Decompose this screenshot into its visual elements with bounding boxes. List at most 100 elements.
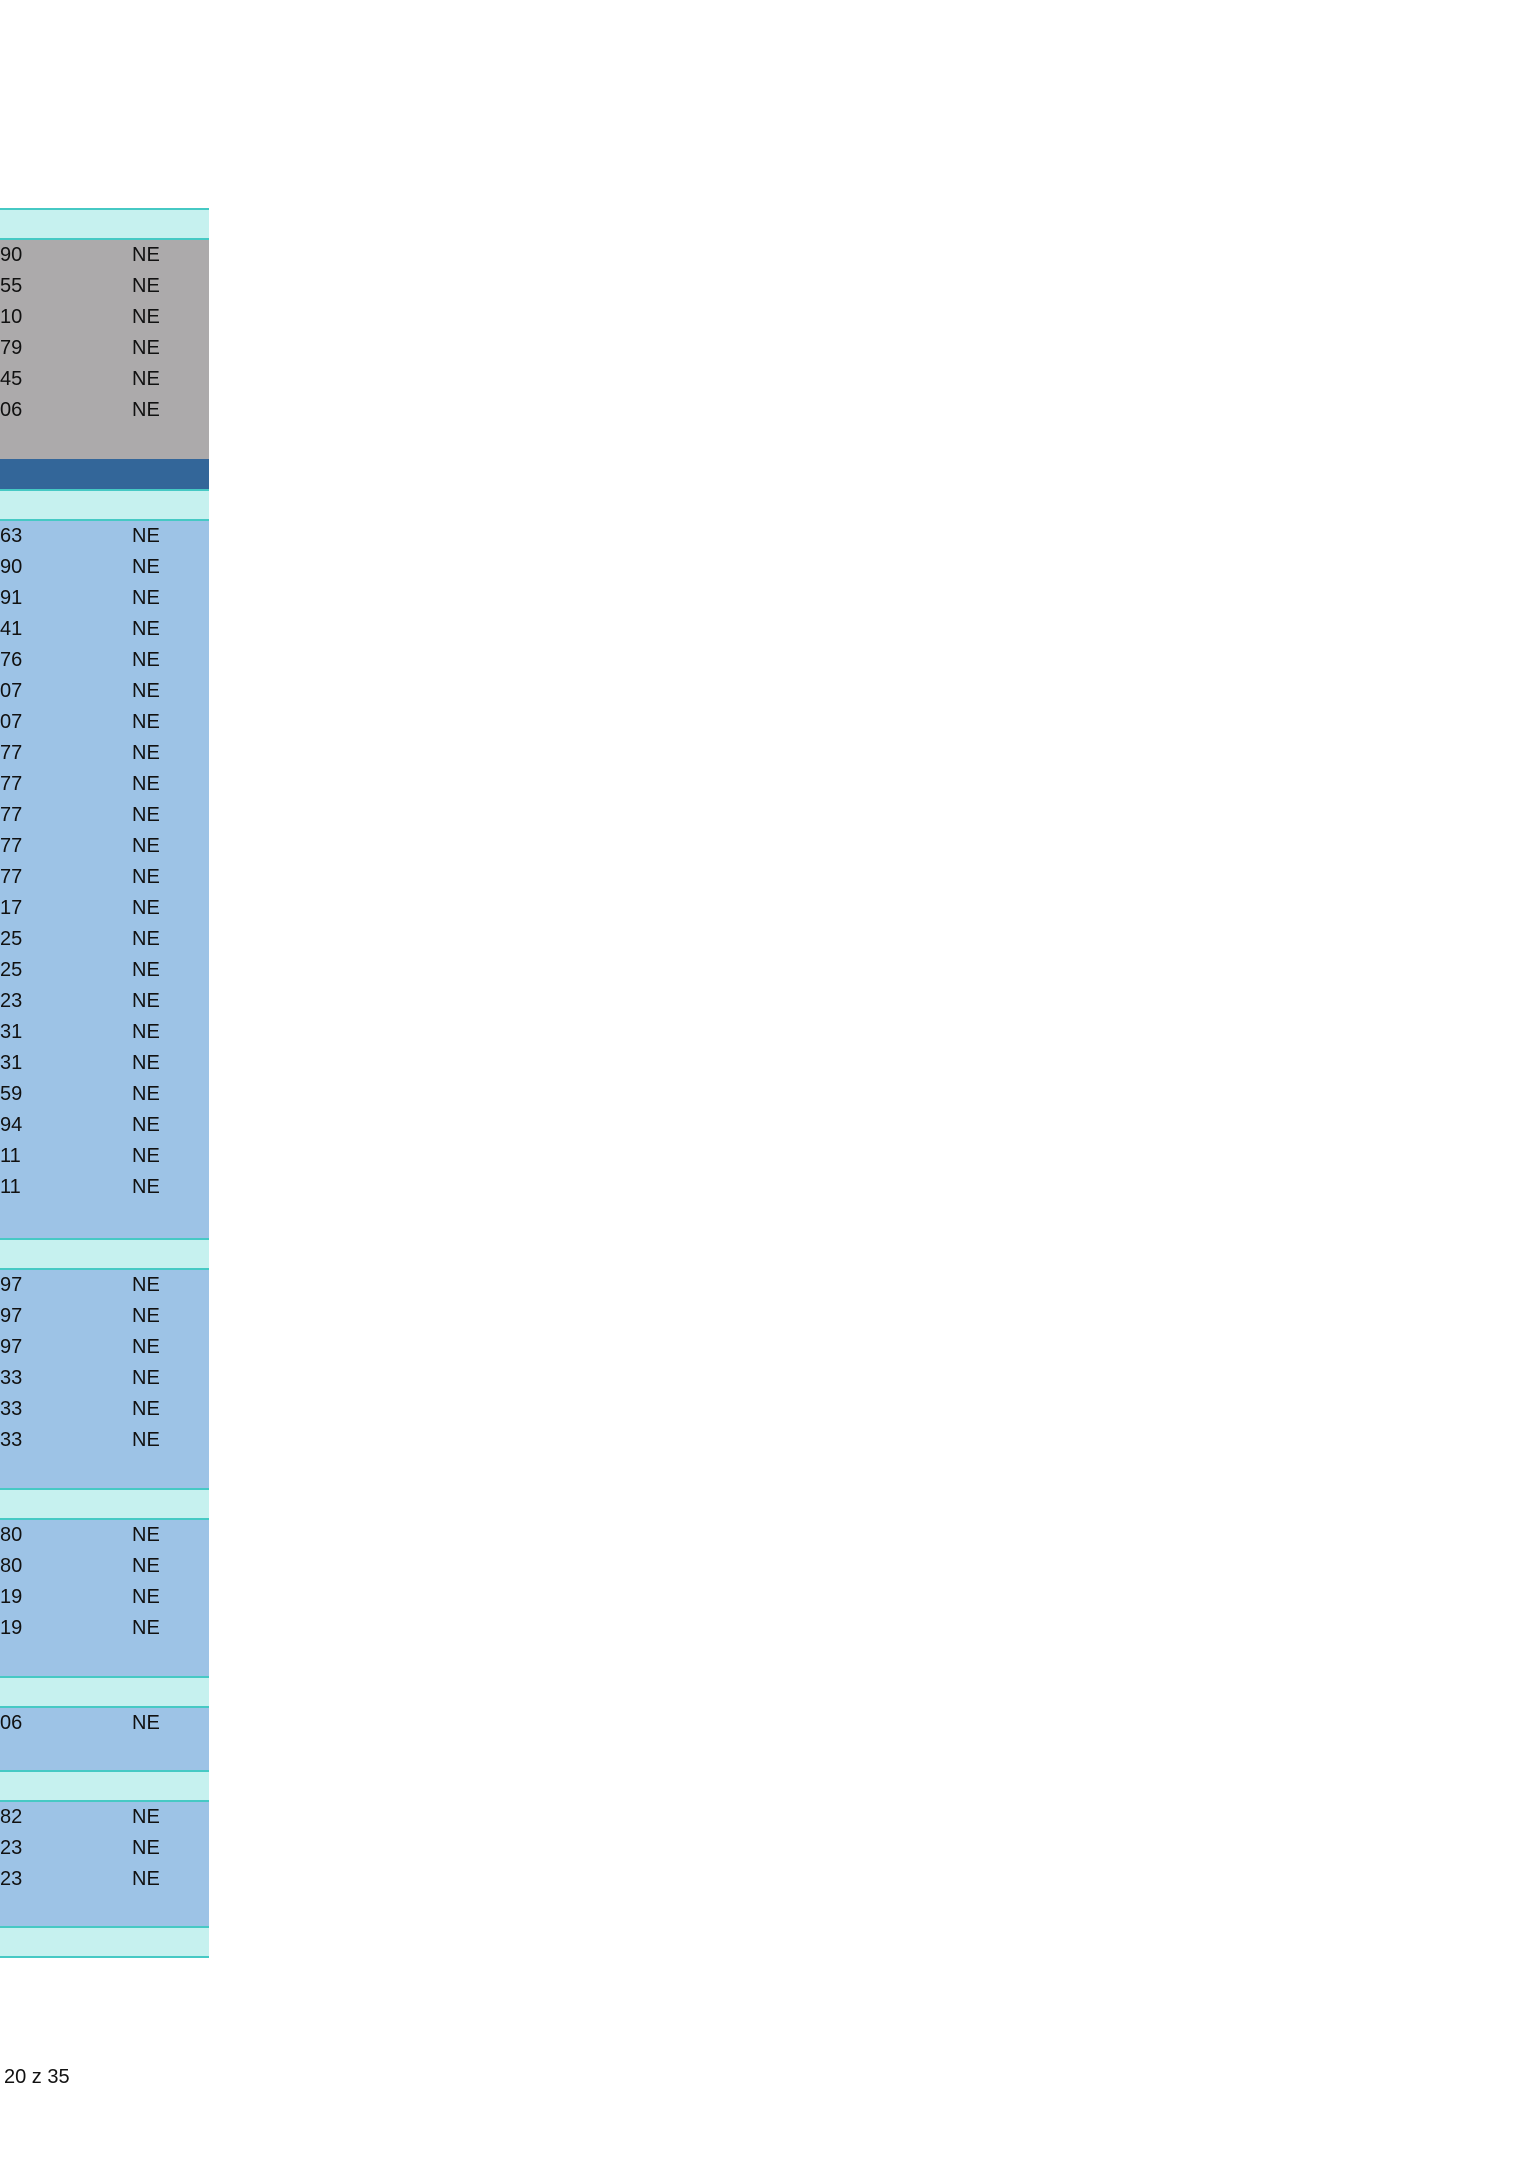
blue-section: 82 NE 23 NE 23 NE [0,1802,209,1926]
value-cell: 77 [0,835,23,857]
flag-cell: NE [132,1176,160,1198]
value-cell: 25 [0,959,23,981]
table-row: 79 NE [0,333,209,364]
value-cell: 97 [0,1274,23,1296]
flag-cell: NE [132,1145,160,1167]
flag-cell: NE [132,1429,160,1451]
value-cell: 77 [0,804,23,826]
section-header-band [0,1926,209,1958]
table-row: 23 NE [0,986,209,1017]
section-header-band [0,208,209,240]
flag-cell: NE [132,742,160,764]
table-row: 77 NE [0,800,209,831]
table-row: 06 NE [0,1708,209,1739]
table-row: 97 NE [0,1301,209,1332]
value-cell: 11 [0,1145,21,1167]
value-cell: 97 [0,1336,23,1358]
value-cell: 55 [0,275,23,297]
table-row: 94 NE [0,1110,209,1141]
table-row: 31 NE [0,1017,209,1048]
flag-cell: NE [132,587,160,609]
table-row: 76 NE [0,645,209,676]
flag-cell: NE [132,306,160,328]
flag-cell: NE [132,244,160,266]
flag-cell: NE [132,525,160,547]
value-cell: 33 [0,1398,23,1420]
value-cell: 10 [0,306,23,328]
table-row: 25 NE [0,955,209,986]
blue-section: 63 NE 90 NE 91 NE 41 NE 76 NE 07 NE 07 NE 77 NE … [0,521,209,1238]
blue-section: 06 NE [0,1708,209,1770]
value-cell: 97 [0,1305,23,1327]
value-cell: 76 [0,649,23,671]
section-header-band [0,1488,209,1520]
table-row: 91 NE [0,583,209,614]
value-cell: 90 [0,244,23,266]
value-cell: 77 [0,866,23,888]
flag-cell: NE [132,1398,160,1420]
table-row: 77 NE [0,769,209,800]
flag-cell: NE [132,928,160,950]
value-cell: 90 [0,556,23,578]
flag-cell: NE [132,1367,160,1389]
flag-cell: NE [132,1336,160,1358]
value-cell: 31 [0,1021,23,1043]
value-cell: 77 [0,773,23,795]
flag-cell: NE [132,711,160,733]
value-cell: 23 [0,1868,23,1890]
table-row: 97 NE [0,1332,209,1363]
flag-cell: NE [132,1524,160,1546]
table-row: 33 NE [0,1394,209,1425]
flag-cell: NE [132,1305,160,1327]
table-row: 77 NE [0,738,209,769]
value-cell: 63 [0,525,23,547]
flag-cell: NE [132,1083,160,1105]
table-row: 90 NE [0,552,209,583]
table-row: 07 NE [0,707,209,738]
value-cell: 91 [0,587,23,609]
flag-cell: NE [132,618,160,640]
table-row: 07 NE [0,676,209,707]
section-header-band [0,1238,209,1270]
section-header-band [0,1770,209,1802]
flag-cell: NE [132,866,160,888]
value-cell: 25 [0,928,23,950]
flag-cell: NE [132,649,160,671]
table-row: 63 NE [0,521,209,552]
flag-cell: NE [132,835,160,857]
table-row: 31 NE [0,1048,209,1079]
table-row: 11 NE [0,1141,209,1172]
flag-cell: NE [132,368,160,390]
value-cell: 94 [0,1114,23,1136]
table-row: 82 NE [0,1802,209,1833]
table-row: 59 NE [0,1079,209,1110]
value-cell: 45 [0,368,23,390]
flag-cell: NE [132,275,160,297]
value-cell: 06 [0,399,23,421]
flag-cell: NE [132,1274,160,1296]
value-cell: 19 [0,1586,23,1608]
flag-cell: NE [132,773,160,795]
table-row: 11 NE [0,1172,209,1203]
table-row: 23 NE [0,1864,209,1895]
value-cell: 41 [0,618,23,640]
value-cell: 07 [0,711,23,733]
flag-cell: NE [132,1114,160,1136]
table-row: 23 NE [0,1833,209,1864]
flag-cell: NE [132,1806,160,1828]
value-cell: 80 [0,1555,23,1577]
table-row: 90 NE [0,240,209,271]
flag-cell: NE [132,1837,160,1859]
table-row: 41 NE [0,614,209,645]
table-row: 97 NE [0,1270,209,1301]
flag-cell: NE [132,1712,160,1734]
value-cell: 80 [0,1524,23,1546]
flag-cell: NE [132,804,160,826]
value-cell: 33 [0,1367,23,1389]
value-cell: 82 [0,1806,23,1828]
flag-cell: NE [132,680,160,702]
table-row: 45 NE [0,364,209,395]
value-cell: 19 [0,1617,23,1639]
value-cell: 23 [0,1837,23,1859]
category-divider [0,459,209,489]
